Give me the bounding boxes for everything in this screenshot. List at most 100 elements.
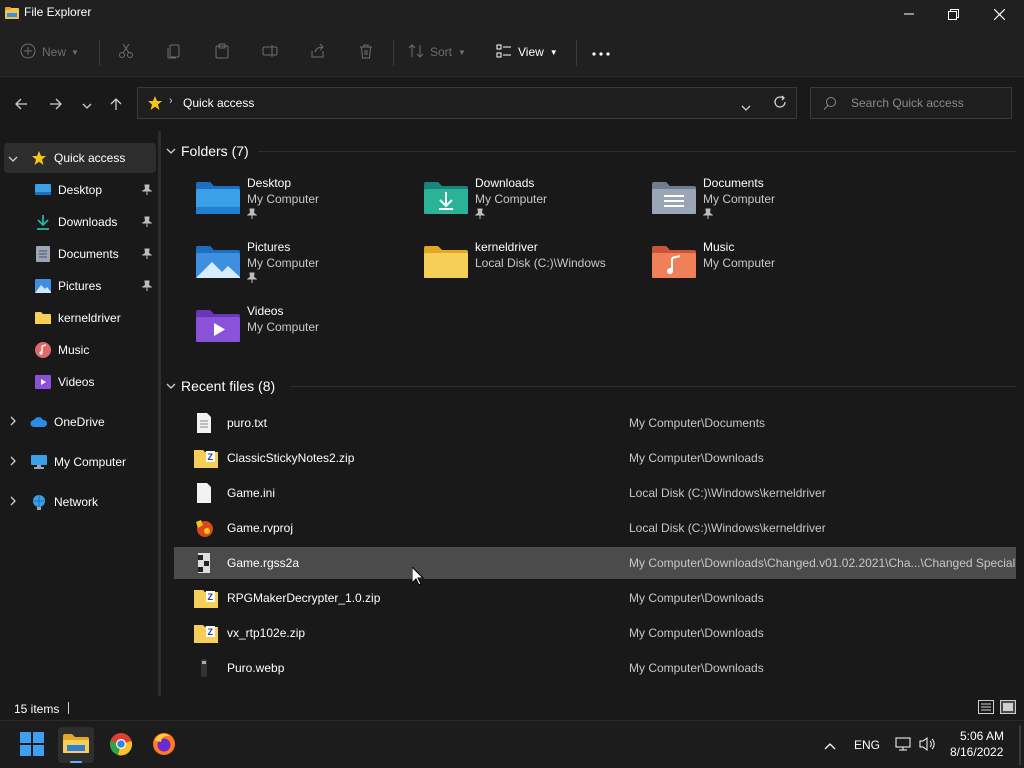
minimize-button[interactable] bbox=[886, 0, 932, 28]
pin-icon bbox=[141, 184, 153, 199]
chevron-right-icon[interactable] bbox=[10, 455, 24, 469]
sidebar-item-documents[interactable]: Documents bbox=[4, 239, 156, 269]
recent-file-row[interactable]: Z ClassicStickyNotes2.zip My Computer\Do… bbox=[174, 442, 1016, 474]
recent-locations-button[interactable] bbox=[75, 94, 99, 116]
sidebar-item-label: Downloads bbox=[58, 215, 118, 229]
file-name: vx_rtp102e.zip bbox=[227, 626, 306, 640]
share-button[interactable] bbox=[310, 40, 326, 64]
text-file-icon bbox=[197, 413, 211, 433]
cut-button[interactable] bbox=[118, 40, 134, 64]
taskbar-firefox[interactable] bbox=[146, 727, 182, 763]
desktop-icon bbox=[34, 181, 52, 199]
recent-file-row[interactable]: Game.rgss2a My Computer\Downloads\Change… bbox=[174, 547, 1016, 579]
folders-section-chevron-icon[interactable] bbox=[166, 143, 176, 157]
copy-icon bbox=[166, 43, 182, 62]
delete-button[interactable] bbox=[358, 40, 374, 64]
tiles-view-icon[interactable] bbox=[1000, 700, 1016, 717]
folder-tile-music[interactable]: Music My Computer bbox=[652, 240, 872, 300]
status-bar: 15 items bbox=[0, 696, 1024, 720]
search-placeholder: Search Quick access bbox=[851, 96, 964, 110]
new-button[interactable]: New ▼ bbox=[20, 40, 79, 64]
chevron-right-icon[interactable] bbox=[10, 415, 24, 429]
folder-tile-documents[interactable]: Documents My Computer bbox=[652, 176, 872, 236]
more-options-button[interactable] bbox=[592, 40, 610, 64]
recent-file-row[interactable]: Game.rvproj Local Disk (C:)\Windows\kern… bbox=[174, 512, 1016, 544]
sidebar-item-network[interactable]: Network bbox=[4, 487, 156, 517]
address-history-chevron-icon[interactable] bbox=[741, 100, 751, 114]
sidebar-item-kerneldriver[interactable]: kerneldriver bbox=[4, 303, 156, 333]
share-icon bbox=[310, 43, 326, 62]
sidebar-item-label: Documents bbox=[58, 247, 119, 261]
show-desktop-button[interactable] bbox=[1019, 725, 1021, 765]
sidebar-item-my-computer[interactable]: My Computer bbox=[4, 447, 156, 477]
start-button[interactable] bbox=[14, 727, 50, 763]
network-status-icon[interactable] bbox=[895, 736, 911, 755]
copy-button[interactable] bbox=[166, 40, 182, 64]
recent-file-row[interactable]: puro.txt My Computer\Documents bbox=[174, 407, 1016, 439]
sidebar-item-pictures[interactable]: Pictures bbox=[4, 271, 156, 301]
recent-section-chevron-icon[interactable] bbox=[166, 378, 176, 392]
folder-location: My Computer bbox=[475, 192, 548, 206]
up-button[interactable] bbox=[104, 94, 128, 116]
view-list-icon bbox=[496, 43, 512, 62]
refresh-icon[interactable] bbox=[773, 95, 787, 112]
recent-file-row[interactable]: Z vx_rtp102e.zip My Computer\Downloads bbox=[174, 617, 1016, 649]
sidebar-item-desktop[interactable]: Desktop bbox=[4, 175, 156, 205]
recent-section-title[interactable]: Recent files (8) bbox=[181, 378, 275, 394]
chevron-down-icon: ▼ bbox=[71, 47, 79, 57]
folder-tile-kerneldriver[interactable]: kerneldriver Local Disk (C:)\Windows bbox=[424, 240, 644, 300]
pin-icon bbox=[246, 208, 258, 223]
navigation-pane: Quick access Desktop Downloads Documents… bbox=[0, 131, 158, 696]
svg-text:Z: Z bbox=[208, 627, 214, 637]
chevron-up-icon[interactable] bbox=[824, 739, 836, 753]
sidebar-item-downloads[interactable]: Downloads bbox=[4, 207, 156, 237]
folder-tile-pictures[interactable]: Pictures My Computer bbox=[196, 240, 416, 300]
recent-file-row[interactable]: Z RPGMakerDecrypter_1.0.zip My Computer\… bbox=[174, 582, 1016, 614]
view-button[interactable]: View ▼ bbox=[496, 40, 558, 64]
sidebar-item-onedrive[interactable]: OneDrive bbox=[4, 407, 156, 437]
folder-tile-videos[interactable]: Videos My Computer bbox=[196, 304, 416, 364]
folder-location: My Computer bbox=[247, 192, 320, 206]
forward-button[interactable] bbox=[44, 94, 68, 116]
sidebar-item-quick-access[interactable]: Quick access bbox=[4, 143, 156, 173]
sidebar-item-label: OneDrive bbox=[54, 415, 105, 429]
sidebar-item-music[interactable]: Music bbox=[4, 335, 156, 365]
sidebar-scrollbar[interactable] bbox=[158, 131, 161, 696]
volume-icon[interactable] bbox=[919, 736, 937, 755]
clock-date[interactable]: 8/16/2022 bbox=[950, 745, 1003, 759]
taskbar-chrome[interactable] bbox=[103, 727, 139, 763]
file-path: My Computer\Downloads bbox=[629, 451, 764, 465]
videos-icon bbox=[196, 310, 240, 342]
restore-button[interactable] bbox=[930, 0, 976, 28]
arrow-left-icon bbox=[14, 97, 28, 114]
rename-button[interactable] bbox=[262, 40, 278, 64]
sidebar-item-label: My Computer bbox=[54, 455, 127, 469]
clock-time[interactable]: 5:06 AM bbox=[960, 729, 1004, 743]
address-bar[interactable]: › Quick access bbox=[137, 87, 797, 119]
svg-text:Z: Z bbox=[208, 452, 214, 462]
close-button[interactable] bbox=[976, 0, 1022, 28]
recent-file-row[interactable]: Puro.webp My Computer\Downloads bbox=[174, 652, 1016, 684]
paste-button[interactable] bbox=[214, 40, 230, 64]
folder-name: Pictures bbox=[247, 240, 291, 254]
search-box[interactable]: Search Quick access bbox=[810, 87, 1012, 119]
taskbar-file-explorer[interactable] bbox=[58, 727, 94, 763]
chevron-right-icon[interactable] bbox=[10, 495, 24, 509]
details-view-icon[interactable] bbox=[978, 700, 994, 717]
sort-button[interactable]: Sort ▼ bbox=[408, 40, 466, 64]
sidebar-item-videos[interactable]: Videos bbox=[4, 367, 156, 397]
language-indicator[interactable]: ENG bbox=[854, 738, 880, 752]
folders-section-title[interactable]: Folders (7) bbox=[181, 143, 249, 159]
back-button[interactable] bbox=[9, 94, 33, 116]
folder-tile-desktop[interactable]: Desktop My Computer bbox=[196, 176, 416, 236]
zip-icon: Z bbox=[194, 625, 218, 643]
folder-tile-downloads[interactable]: Downloads My Computer bbox=[424, 176, 644, 236]
breadcrumb-quick-access[interactable]: Quick access bbox=[183, 96, 254, 110]
recent-file-row[interactable]: Game.ini Local Disk (C:)\Windows\kerneld… bbox=[174, 477, 1016, 509]
trash-icon bbox=[358, 43, 374, 62]
sidebar-item-label: Videos bbox=[58, 375, 95, 389]
command-bar: New ▼ Sort ▼ View ▼ bbox=[0, 28, 1024, 77]
file-path: My Computer\Downloads\Changed.v01.02.202… bbox=[629, 556, 1016, 570]
chevron-expanded-icon[interactable] bbox=[8, 151, 22, 165]
folder-location: My Computer bbox=[703, 192, 776, 206]
